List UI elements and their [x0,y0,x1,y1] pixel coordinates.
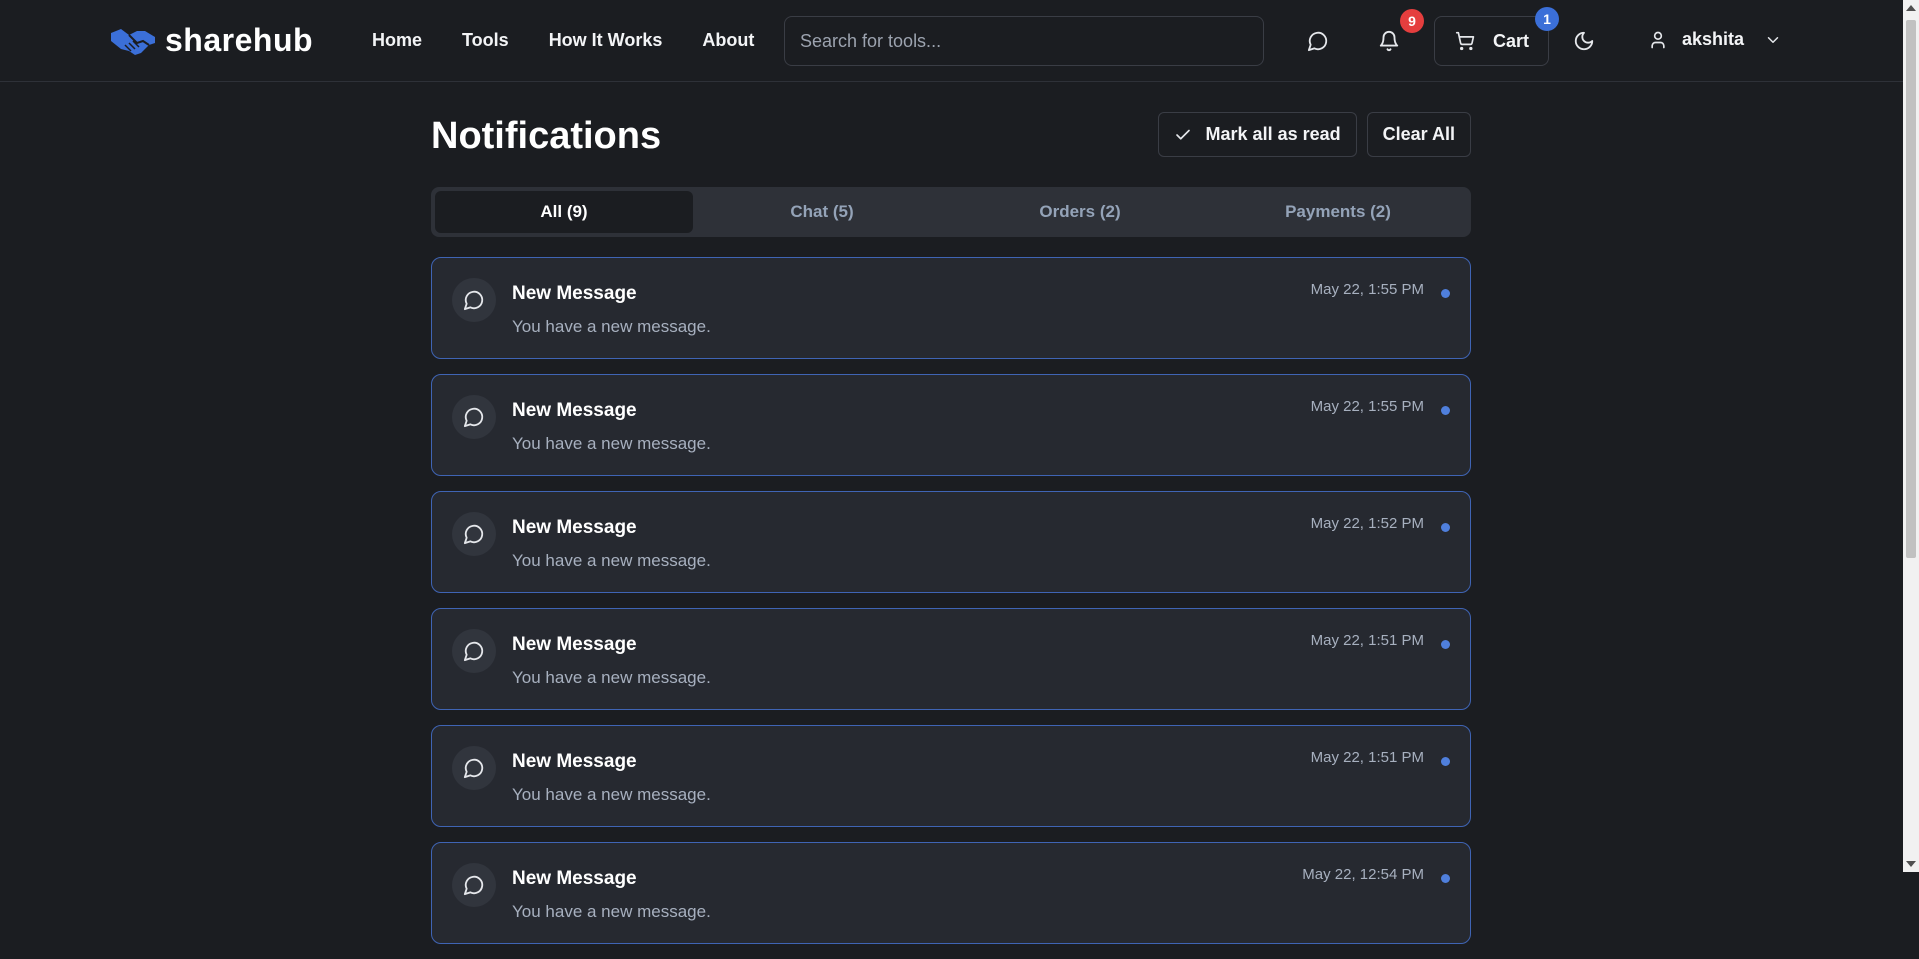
tab-payments[interactable]: Payments (2) [1209,191,1467,233]
clear-all-button[interactable]: Clear All [1366,112,1471,157]
notification-tabs: All (9) Chat (5) Orders (2) Payments (2) [431,187,1471,237]
moon-icon [1574,31,1594,51]
bell-icon [1379,31,1399,52]
notification-title: New Message [512,517,637,538]
user-name: akshita [1682,29,1745,49]
notification-title: New Message [512,868,637,889]
notification-card[interactable]: New Message You have a new message. May … [431,725,1471,827]
unread-indicator [1441,406,1450,415]
shopping-cart-icon [1455,31,1475,51]
logo[interactable]: sharehub [109,22,313,59]
cart-label: Cart [1493,30,1530,51]
page-title: Notifications [431,115,662,157]
notification-card[interactable]: New Message You have a new message. May … [431,608,1471,710]
handshake-logo-icon [111,28,155,55]
cart-button[interactable]: Cart [1434,16,1549,66]
chat-bubble-icon [463,407,484,428]
user-menu[interactable]: akshita [1648,29,1782,50]
notification-type-avatar [452,746,496,790]
notifications-count-badge: 9 [1400,9,1424,33]
notification-actions: Mark all as read Clear All [1157,112,1471,157]
notification-message: You have a new message. [512,434,711,453]
notification-card[interactable]: New Message You have a new message. May … [431,491,1471,593]
unread-indicator [1441,874,1450,883]
tab-orders[interactable]: Orders (2) [951,191,1209,233]
notification-type-avatar [452,863,496,907]
notification-message: You have a new message. [512,551,711,570]
chat-bubble-icon [463,641,484,662]
chat-bubble-icon [1307,31,1328,52]
notification-message: You have a new message. [512,902,711,921]
chat-bubble-icon [463,524,484,545]
chat-bubble-icon [463,875,484,896]
chat-bubble-icon [463,758,484,779]
notification-list: New Message You have a new message. May … [431,257,1471,959]
mark-all-read-label: Mark all as read [1205,124,1341,144]
notification-title: New Message [512,400,637,421]
page-scrollbar[interactable] [1903,0,1919,872]
nav-home[interactable]: Home [372,30,422,51]
top-navbar: sharehub Home Tools How It Works About 9… [0,0,1903,82]
notification-message: You have a new message. [512,317,711,336]
notification-time: May 22, 1:52 PM [1310,515,1424,532]
notification-card[interactable]: New Message You have a new message. May … [431,257,1471,359]
notification-title: New Message [512,751,637,772]
main-nav: Home Tools How It Works About [372,30,754,51]
nav-about[interactable]: About [702,30,754,51]
unread-indicator [1441,757,1450,766]
chevron-down-icon [1767,36,1779,43]
notification-card[interactable]: New Message You have a new message. May … [431,842,1471,944]
notification-time: May 22, 1:55 PM [1310,398,1424,415]
cart-count-badge: 1 [1535,7,1559,31]
unread-indicator [1441,289,1450,298]
mark-all-read-button[interactable]: Mark all as read [1157,112,1357,157]
brand-name: sharehub [165,22,314,58]
tab-chat[interactable]: Chat (5) [693,191,951,233]
notification-time: May 22, 1:51 PM [1310,632,1424,649]
notification-message: You have a new message. [512,668,711,687]
notification-type-avatar [452,395,496,439]
notification-type-avatar [452,629,496,673]
scrollbar-thumb[interactable] [1906,20,1916,558]
scroll-up-arrow-icon[interactable] [1906,5,1916,11]
nav-tools[interactable]: Tools [462,30,509,51]
nav-how-it-works[interactable]: How It Works [549,30,663,51]
chat-button[interactable] [1298,21,1338,61]
scroll-down-arrow-icon[interactable] [1906,861,1916,867]
check-icon [1175,129,1190,140]
search-input[interactable] [784,16,1264,66]
notification-message: You have a new message. [512,785,711,804]
notification-time: May 22, 12:54 PM [1302,866,1424,883]
chat-bubble-icon [463,290,484,311]
unread-indicator [1441,523,1450,532]
tab-all[interactable]: All (9) [435,191,693,233]
theme-toggle-button[interactable] [1564,21,1604,61]
notification-title: New Message [512,283,637,304]
notification-card[interactable]: New Message You have a new message. May … [431,374,1471,476]
notification-time: May 22, 1:55 PM [1310,281,1424,298]
notification-type-avatar [452,512,496,556]
unread-indicator [1441,640,1450,649]
notification-time: May 22, 1:51 PM [1310,749,1424,766]
notification-title: New Message [512,634,637,655]
notification-type-avatar [452,278,496,322]
user-icon [1651,31,1665,48]
